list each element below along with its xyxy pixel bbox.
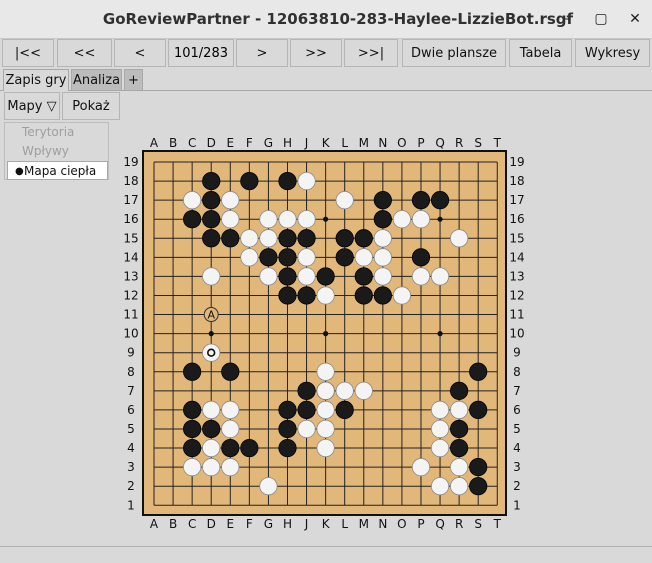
tab-add[interactable]: + (124, 69, 143, 90)
back-10-button[interactable]: << (57, 39, 112, 67)
last-move-button[interactable]: >>| (344, 39, 398, 67)
maximize-icon[interactable]: ▢ (590, 8, 612, 30)
radio-dot-icon: ● (15, 166, 24, 177)
tab-game-record[interactable]: Zapis gry (3, 69, 69, 91)
menu-item-influence: Wpływy (22, 144, 69, 158)
close-icon[interactable]: ✕ (624, 8, 646, 30)
maps-dropdown-button[interactable]: Mapy ▽ (4, 92, 60, 120)
window-title: GoReviewPartner - 12063810-283-Haylee-Li… (102, 10, 574, 28)
status-bar-divider (0, 546, 652, 547)
previous-move-button[interactable]: < (114, 39, 166, 67)
move-counter: 101/283 (168, 39, 234, 67)
two-boards-button[interactable]: Dwie plansze (402, 39, 506, 67)
menu-item-territory: Terytoria (22, 125, 75, 139)
next-move-button[interactable]: > (236, 39, 288, 67)
maps-menu: Terytoria Wpływy ● Mapa ciepła (4, 122, 109, 180)
tab-analysis[interactable]: Analiza (71, 69, 122, 90)
menu-item-heat-map[interactable]: ● Mapa ciepła (7, 161, 108, 180)
first-move-button[interactable]: |<< (2, 39, 54, 67)
show-button[interactable]: Pokaż (62, 92, 120, 120)
charts-button[interactable]: Wykresy (575, 39, 650, 67)
table-button[interactable]: Tabela (509, 39, 572, 67)
minimize-icon[interactable]: – (556, 8, 578, 30)
forward-10-button[interactable]: >> (290, 39, 342, 67)
title-bar: GoReviewPartner - 12063810-283-Haylee-Li… (0, 0, 652, 39)
